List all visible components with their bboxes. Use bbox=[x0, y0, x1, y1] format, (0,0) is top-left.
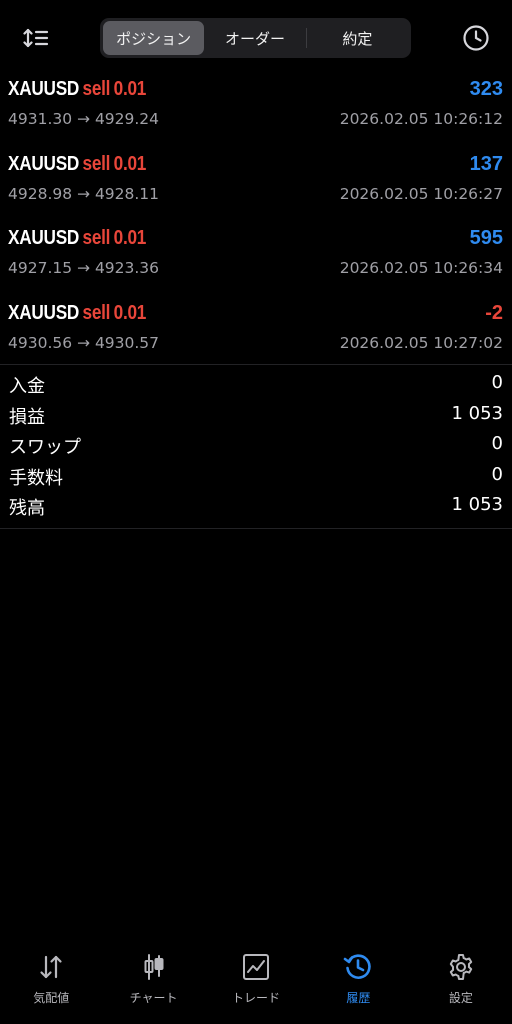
trade-volume: 0.01 bbox=[113, 78, 147, 100]
trade-time: 2026.02.05 10:27:02 bbox=[339, 333, 503, 352]
trade-title: XAUUSD sell 0.01 bbox=[8, 302, 146, 325]
trade-volume: 0.01 bbox=[113, 227, 147, 249]
nav-trade-label: トレード bbox=[232, 991, 281, 1005]
trade-symbol: XAUUSD bbox=[8, 227, 80, 249]
trade-prices: 4931.30 → 4929.24 bbox=[8, 110, 160, 128]
trade-time: 2026.02.05 10:26:27 bbox=[339, 184, 503, 203]
trade-row[interactable]: XAUUSD sell 0.01 137 4928.98 → 4928.11 202… bbox=[0, 145, 512, 220]
trade-prices: 4928.98 → 4928.11 bbox=[8, 184, 160, 203]
summary-label: 残高 bbox=[9, 498, 45, 519]
summary-value: 0 bbox=[491, 463, 503, 485]
summary-row-balance: 残高 1 053 bbox=[0, 490, 512, 521]
trade-row[interactable]: XAUUSD sell 0.01 -2 4930.56 → 4930.57 2026… bbox=[0, 294, 512, 369]
tab-deals-label: 約定 bbox=[342, 29, 373, 48]
trade-title: XAUUSD sell 0.01 bbox=[8, 153, 146, 176]
trade-side: sell bbox=[82, 152, 111, 175]
trade-profit: 323 bbox=[469, 78, 503, 100]
trade-row[interactable]: XAUUSD sell 0.01 595 4927.15 → 4923.36 202… bbox=[0, 219, 512, 294]
clock-icon bbox=[463, 25, 489, 51]
summary-label: スワップ bbox=[9, 437, 81, 458]
tab-deals[interactable]: 約定 bbox=[307, 21, 408, 55]
summary-row-commission: 手数料 0 bbox=[0, 460, 512, 491]
history-tab-switcher: ポジション オーダー 約定 bbox=[100, 18, 411, 58]
trade-row[interactable]: XAUUSD sell 0.01 323 4931.30 → 4929.24 202… bbox=[0, 70, 512, 145]
summary-row-deposit: 入金 0 bbox=[0, 368, 512, 399]
sort-arrows-icon bbox=[23, 28, 49, 48]
tab-positions-label: ポジション bbox=[116, 29, 192, 48]
candlestick-icon bbox=[138, 951, 170, 983]
tab-orders-label: オーダー bbox=[224, 29, 285, 48]
trade-volume: 0.01 bbox=[113, 152, 147, 175]
summary-value: 1 053 bbox=[451, 402, 503, 424]
tab-orders[interactable]: オーダー bbox=[204, 21, 305, 55]
top-bar: ポジション オーダー 約定 bbox=[0, 0, 512, 78]
trade-prices: 4930.56 → 4930.57 bbox=[8, 333, 160, 352]
trade-side: sell bbox=[82, 227, 111, 249]
trade-symbol: XAUUSD bbox=[8, 152, 80, 175]
history-screen: ポジション オーダー 約定 XAUUSD sell 0.01 323 4931.30… bbox=[0, 0, 512, 1024]
trade-prices: 4927.15 → 4923.36 bbox=[8, 259, 160, 277]
trade-title: XAUUSD sell 0.01 bbox=[8, 227, 146, 250]
nav-quotes[interactable]: 気配値 bbox=[0, 945, 102, 1024]
summary-value: 0 bbox=[491, 433, 503, 454]
trade-chart-icon bbox=[240, 951, 272, 983]
trade-side: sell bbox=[82, 301, 111, 324]
trade-symbol: XAUUSD bbox=[8, 301, 80, 324]
summary-value: 1 053 bbox=[451, 494, 503, 515]
nav-settings-label: 設定 bbox=[448, 991, 473, 1005]
history-icon bbox=[342, 951, 374, 983]
nav-history-label: 履歴 bbox=[346, 991, 371, 1005]
trade-title: XAUUSD sell 0.01 bbox=[8, 78, 146, 101]
divider bbox=[0, 528, 512, 529]
period-button[interactable] bbox=[460, 22, 492, 54]
nav-trade[interactable]: トレード bbox=[205, 945, 307, 1024]
divider bbox=[0, 364, 512, 365]
summary-row-profit: 損益 1 053 bbox=[0, 399, 512, 430]
summary-row-swap: スワップ 0 bbox=[0, 429, 512, 460]
nav-history[interactable]: 履歴 bbox=[307, 945, 409, 1024]
nav-chart[interactable]: チャート bbox=[102, 945, 204, 1024]
trade-profit: 595 bbox=[469, 227, 503, 249]
summary-label: 損益 bbox=[9, 406, 45, 428]
gear-icon bbox=[445, 951, 477, 983]
nav-quotes-label: 気配値 bbox=[33, 991, 70, 1005]
trade-profit: -2 bbox=[485, 301, 503, 324]
quotes-arrows-icon bbox=[35, 951, 67, 983]
nav-chart-label: チャート bbox=[129, 991, 178, 1005]
sort-button[interactable] bbox=[20, 22, 52, 54]
nav-settings[interactable]: 設定 bbox=[410, 945, 512, 1024]
bottom-nav: 気配値 チャート トレード 履歴 設定 bbox=[0, 945, 512, 1024]
trade-time: 2026.02.05 10:26:34 bbox=[339, 259, 503, 277]
trade-symbol: XAUUSD bbox=[8, 78, 80, 100]
trade-side: sell bbox=[82, 78, 111, 100]
trade-time: 2026.02.05 10:26:12 bbox=[339, 110, 503, 128]
tab-positions[interactable]: ポジション bbox=[103, 21, 205, 55]
trade-profit: 137 bbox=[469, 152, 503, 175]
trade-volume: 0.01 bbox=[113, 301, 147, 324]
summary-label: 入金 bbox=[9, 376, 45, 397]
summary-section: 入金 0 損益 1 053 スワップ 0 手数料 0 残高 1 053 bbox=[0, 368, 512, 521]
summary-label: 手数料 bbox=[9, 467, 63, 489]
trade-list: XAUUSD sell 0.01 323 4931.30 → 4929.24 202… bbox=[0, 70, 512, 368]
summary-value: 0 bbox=[491, 372, 503, 393]
